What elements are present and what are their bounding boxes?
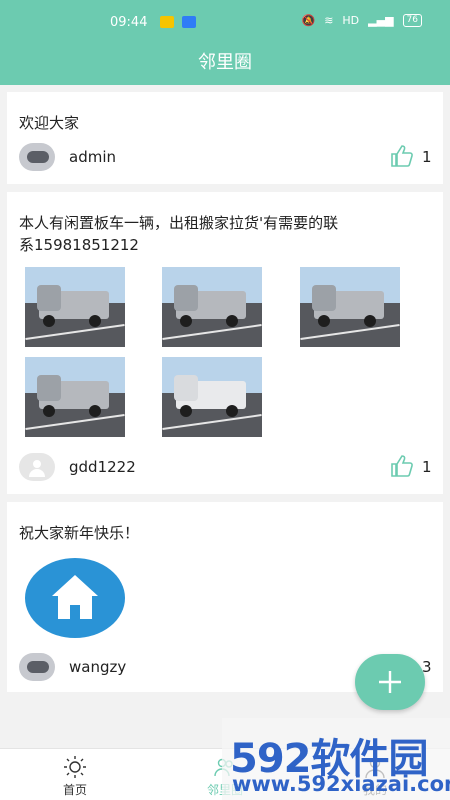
- notification-icon: [160, 16, 174, 28]
- post-photo[interactable]: [162, 357, 262, 437]
- post-text-line: 本人有闲置板车一辆，出租搬家拉货'有需要的联: [19, 214, 339, 232]
- add-post-button[interactable]: [355, 654, 425, 710]
- post-card[interactable]: 欢迎大家 admin 1: [7, 92, 443, 184]
- like-count: 1: [422, 458, 432, 476]
- post-text: 祝大家新年快乐！: [19, 524, 140, 542]
- avatar[interactable]: [19, 143, 55, 171]
- signal-icon: ▂▄▆: [368, 14, 394, 27]
- sun-icon: [64, 756, 86, 778]
- post-text: 欢迎大家: [19, 114, 80, 132]
- post-photo[interactable]: [25, 357, 125, 437]
- avatar[interactable]: [19, 453, 55, 481]
- wifi-icon: ≋: [324, 14, 334, 27]
- post-photo[interactable]: [300, 267, 400, 347]
- post-text-line: 系15981851212: [19, 236, 139, 254]
- nav-label: 首页: [62, 783, 87, 797]
- username[interactable]: admin: [69, 148, 116, 166]
- app-bar: 邻里圈: [0, 45, 450, 85]
- battery-icon: 76: [402, 14, 422, 27]
- status-bar: 09:44 🔕 ≋ HD ▂▄▆ 76: [0, 0, 450, 45]
- post-photo[interactable]: [162, 267, 262, 347]
- page-title: 邻里圈: [198, 52, 252, 73]
- default-avatar-icon: [29, 460, 45, 477]
- thumbs-up-icon[interactable]: [390, 455, 414, 477]
- post-image[interactable]: [25, 558, 125, 638]
- post-card[interactable]: 本人有闲置板车一辆，出租搬家拉货'有需要的联 系15981851212 gdd1…: [7, 192, 443, 494]
- nav-item-home[interactable]: 首页: [35, 749, 115, 800]
- username[interactable]: wangzy: [69, 658, 126, 676]
- status-time: 09:44: [110, 15, 148, 30]
- watermark-url: www.592xiazai.com: [232, 772, 450, 796]
- mute-icon: 🔕: [301, 14, 316, 27]
- plus-icon: [379, 671, 401, 693]
- post-text: 本人有闲置板车一辆，出租搬家拉货'有需要的联 系15981851212: [19, 212, 338, 256]
- watermark: 592软件园 www.592xiazai.com: [222, 718, 450, 800]
- network-type: HD: [342, 14, 360, 27]
- avatar[interactable]: [19, 653, 55, 681]
- thumbs-up-icon[interactable]: [390, 145, 414, 167]
- house-icon: [52, 575, 98, 619]
- app-notification-icon: [182, 16, 196, 28]
- username[interactable]: gdd1222: [69, 458, 136, 476]
- post-photo[interactable]: [25, 267, 125, 347]
- like-count: 1: [422, 148, 432, 166]
